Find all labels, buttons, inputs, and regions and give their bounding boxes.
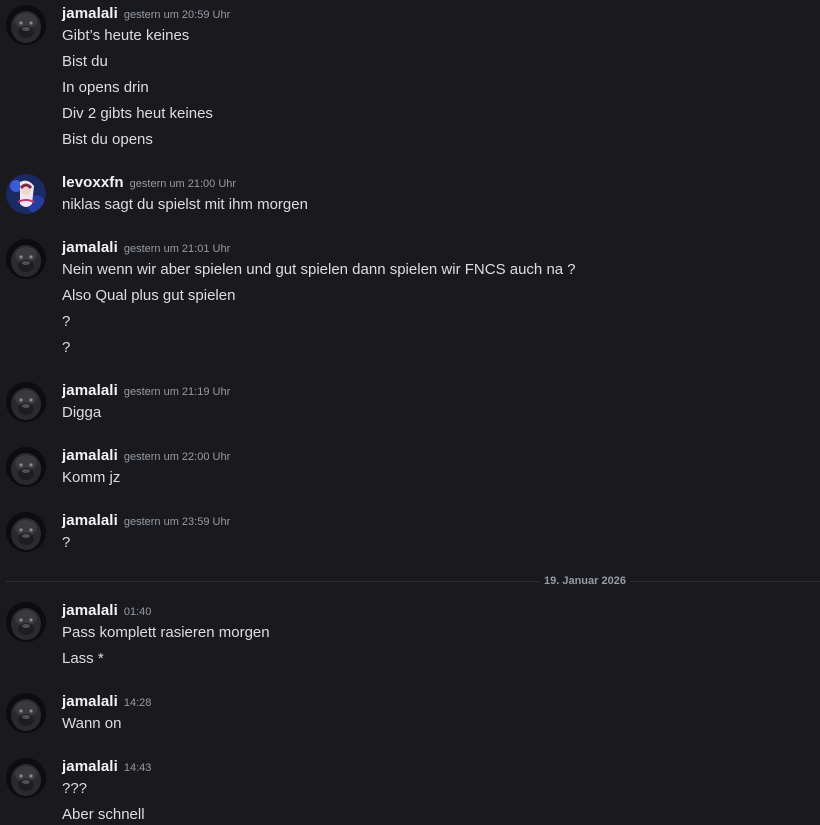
message-text: niklas sagt du spielst mit ihm morgen xyxy=(62,196,308,213)
message-text: Nein wenn wir aber spielen und gut spiel… xyxy=(62,261,576,278)
timestamp[interactable]: gestern um 21:19 Uhr xyxy=(124,386,230,398)
timestamp[interactable]: 14:28 xyxy=(124,697,152,709)
timestamp[interactable]: 01:40 xyxy=(124,606,152,618)
message-header: jamalali 01:40 xyxy=(62,602,151,622)
message-header: jamalali 14:43 xyxy=(62,758,151,778)
timestamp[interactable]: 14:43 xyxy=(124,762,152,774)
gorilla-avatar[interactable] xyxy=(6,512,46,552)
anime-avatar[interactable] xyxy=(6,174,46,214)
gorilla-avatar[interactable] xyxy=(6,5,46,45)
timestamp[interactable]: gestern um 22:00 Uhr xyxy=(124,451,230,463)
message-header: jamalali gestern um 22:00 Uhr xyxy=(62,447,230,467)
message-text: ? xyxy=(62,313,71,330)
message-text: Komm jz xyxy=(62,469,121,486)
message-text: ? xyxy=(62,534,71,551)
message-text: Bist du xyxy=(62,53,108,70)
chat-message-list: jamalali gestern um 20:59 Uhr Gibt’s heut… xyxy=(0,0,820,825)
message-text: In opens drin xyxy=(62,79,149,96)
message-text: Pass komplett rasieren morgen xyxy=(62,624,270,641)
timestamp[interactable]: gestern um 21:00 Uhr xyxy=(130,178,236,190)
message-text: Digga xyxy=(62,404,102,421)
username[interactable]: jamalali xyxy=(62,602,118,619)
username[interactable]: jamalali xyxy=(62,5,118,22)
message-header: jamalali gestern um 21:01 Uhr xyxy=(62,239,230,259)
message-text: Lass * xyxy=(62,650,104,667)
message-text: Aber schnell xyxy=(62,806,145,823)
message-text: ??? xyxy=(62,780,88,797)
message-header: jamalali gestern um 21:19 Uhr xyxy=(62,382,230,402)
gorilla-avatar[interactable] xyxy=(6,693,46,733)
username[interactable]: jamalali xyxy=(62,693,118,710)
gorilla-avatar[interactable] xyxy=(6,447,46,487)
message-text: Bist du opens xyxy=(62,131,153,148)
timestamp[interactable]: gestern um 21:01 Uhr xyxy=(124,243,230,255)
username[interactable]: jamalali xyxy=(62,239,118,256)
date-divider-label: 19. Januar 2026 xyxy=(540,573,630,589)
gorilla-avatar[interactable] xyxy=(6,382,46,422)
message-text: Gibt’s heute keines xyxy=(62,27,190,44)
message-header: levoxxfn gestern um 21:00 Uhr xyxy=(62,174,236,194)
message-header: jamalali 14:28 xyxy=(62,693,151,713)
username[interactable]: jamalali xyxy=(62,382,118,399)
message-text: Div 2 gibts heut keines xyxy=(62,105,213,122)
gorilla-avatar[interactable] xyxy=(6,239,46,279)
message-text: Wann on xyxy=(62,715,122,732)
username[interactable]: jamalali xyxy=(62,758,118,775)
gorilla-avatar[interactable] xyxy=(6,758,46,798)
gorilla-avatar[interactable] xyxy=(6,602,46,642)
timestamp[interactable]: gestern um 20:59 Uhr xyxy=(124,9,230,21)
username[interactable]: levoxxfn xyxy=(62,174,124,191)
username[interactable]: jamalali xyxy=(62,447,118,464)
message-text: ? xyxy=(62,339,71,356)
username[interactable]: jamalali xyxy=(62,512,118,529)
timestamp[interactable]: gestern um 23:59 Uhr xyxy=(124,516,230,528)
message-header: jamalali gestern um 20:59 Uhr xyxy=(62,5,230,25)
message-text: Also Qual plus gut spielen xyxy=(62,287,236,304)
date-divider-line xyxy=(6,581,820,582)
message-header: jamalali gestern um 23:59 Uhr xyxy=(62,512,230,532)
